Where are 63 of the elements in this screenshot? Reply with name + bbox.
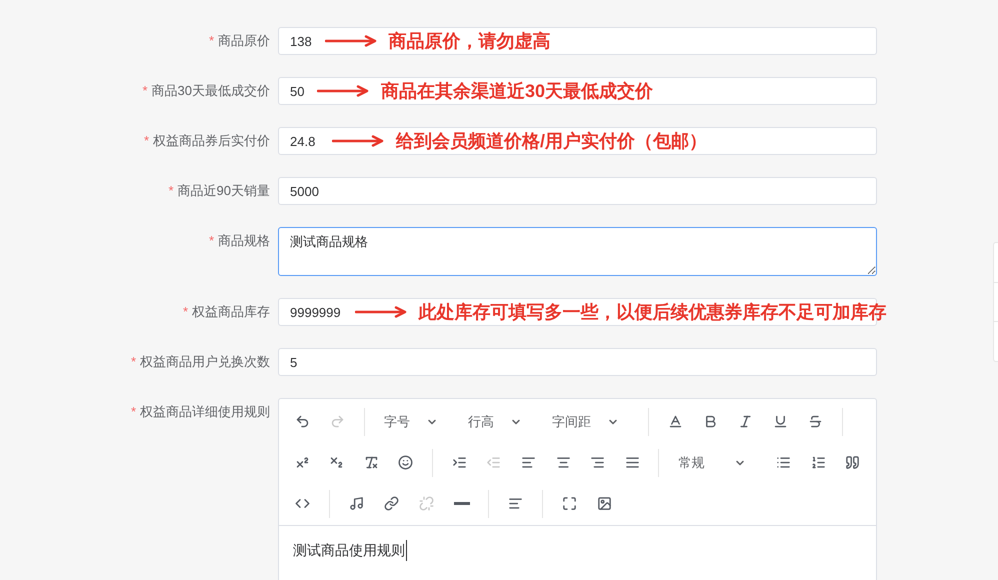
field-label: 权益商品库存 — [192, 303, 270, 322]
field-label: 商品原价 — [218, 32, 270, 50]
bold-icon — [703, 414, 718, 429]
input-field[interactable]: 138 — [290, 28, 316, 54]
code-icon — [295, 496, 310, 511]
annotation-text: 商品原价，请勿虚高 — [388, 30, 550, 52]
field-label: 商品规格 — [218, 232, 270, 250]
align-justify-icon — [624, 455, 640, 470]
numbered-list-icon — [810, 455, 826, 470]
align-left-icon — [521, 455, 536, 470]
italic-icon — [738, 414, 753, 429]
link-icon — [384, 496, 399, 511]
required-mark: * — [182, 303, 188, 322]
input-field[interactable]: 50 — [290, 78, 309, 104]
field-label: 权益商品券后实付价 — [153, 132, 270, 150]
align-center-icon — [556, 455, 571, 470]
editor-text[interactable]: 测试商品使用规则 — [293, 540, 407, 561]
annotation-text: 商品在其余渠道近30天最低成交价 — [381, 80, 654, 102]
toolbar-dropdown[interactable]: 行高 — [458, 406, 532, 436]
music-note-icon — [349, 496, 364, 511]
field-label: 权益商品用户兑换次数 — [140, 353, 270, 372]
arrow-icon — [332, 135, 384, 147]
subscript-icon — [329, 455, 344, 470]
smiley-icon — [398, 455, 414, 470]
underline-icon — [773, 414, 788, 429]
field-label: 权益商品详细使用规则 — [140, 403, 270, 422]
fullscreen-icon — [562, 496, 577, 511]
clear-format-icon — [364, 455, 379, 470]
indent-icon — [452, 455, 467, 470]
outdent-icon — [486, 455, 502, 470]
annotation-text: 此处库存可填写多一些，以便后续优惠券库存不足可加库存 — [418, 300, 886, 324]
field-label: 商品30天最低成交价 — [152, 82, 270, 100]
input-field[interactable]: 9999999 — [290, 299, 346, 325]
input-field[interactable]: 5000 — [278, 177, 877, 205]
bullet-list-icon — [776, 455, 792, 470]
arrow-icon — [317, 85, 369, 97]
required-mark: * — [130, 403, 136, 422]
arrow-icon — [354, 306, 406, 318]
required-mark: * — [130, 353, 136, 372]
font-color-icon — [668, 414, 683, 429]
required-mark: * — [144, 132, 149, 150]
required-mark: * — [168, 182, 174, 200]
required-mark: * — [208, 32, 214, 50]
input-field[interactable]: 5 — [278, 348, 877, 376]
field-label: 商品近90天销量 — [178, 182, 270, 200]
quote-icon — [845, 455, 860, 470]
redo-icon — [330, 414, 345, 429]
unlink-icon — [419, 496, 434, 511]
align-right-icon — [590, 455, 606, 470]
undo-icon — [295, 414, 310, 429]
textarea-field[interactable]: 测试商品规格 — [278, 227, 877, 276]
text-lines-icon — [508, 496, 523, 511]
arrow-icon — [324, 35, 376, 47]
annotation-text: 给到会员频道价格/用户实付价（包邮） — [396, 130, 708, 152]
superscript-icon — [294, 455, 310, 470]
input-field[interactable]: 24.8 — [290, 128, 324, 154]
required-mark: * — [142, 82, 148, 100]
image-icon — [597, 496, 612, 511]
strikethrough-icon — [808, 414, 823, 429]
toolbar-dropdown[interactable]: 字号 — [374, 406, 448, 436]
toolbar-dropdown[interactable]: 字间距 — [542, 406, 629, 436]
toolbar-dropdown[interactable]: 常规 — [668, 448, 756, 478]
required-mark: * — [208, 232, 214, 250]
